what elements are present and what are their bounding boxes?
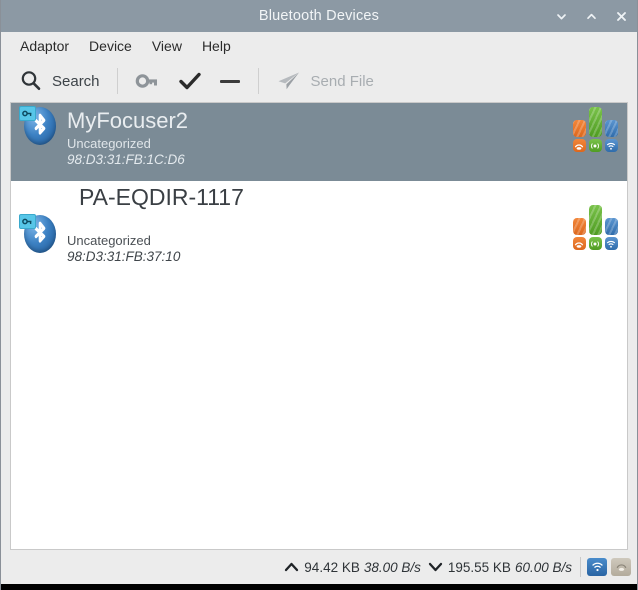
signal-bar-green: [588, 107, 602, 137]
network-stats: 94.42 KB 38.00 B/s 195.55 KB 60.00 B/s: [283, 560, 572, 575]
device-address: 98:D3:31:FB:37:10: [67, 248, 181, 264]
search-icon: [19, 69, 43, 93]
bluetooth-paired-icon: [19, 211, 59, 255]
remove-button[interactable]: [211, 66, 249, 96]
device-category: Uncategorized: [67, 232, 151, 248]
signal-bar-blue: [604, 218, 618, 235]
key-icon: [135, 70, 161, 92]
device-name: PA-EQDIR-1117: [79, 184, 244, 210]
search-label: Search: [52, 72, 100, 90]
upload-total: 94.42 KB: [304, 559, 360, 575]
download-rate: 60.00 B/s: [514, 559, 572, 575]
check-icon: [177, 70, 203, 92]
send-file-button[interactable]: Send File: [268, 66, 382, 96]
device-list[interactable]: MyFocuser2 Uncategorized 98:D3:31:FB:1C:…: [10, 102, 628, 550]
upload-rate: 38.00 B/s: [363, 559, 421, 575]
device-service-badges: [563, 181, 627, 250]
device-address: 98:D3:31:FB:1C:D6: [67, 151, 185, 167]
bluetooth-idle-tray-icon[interactable]: [611, 558, 631, 576]
send-file-label: Send File: [310, 72, 374, 90]
service-icons: [572, 237, 618, 250]
device-service-badges: [563, 103, 627, 152]
minus-icon: [219, 70, 241, 92]
menu-bar: Adaptor Device View Help: [1, 32, 637, 60]
device-icon-cell: [11, 181, 67, 255]
service-icons: [572, 139, 618, 152]
toolbar-separator-1: [116, 68, 118, 94]
device-info: PA-EQDIR-1117 Uncategorized 98:D3:31:FB:…: [67, 181, 563, 264]
wifi-service-icon: [604, 237, 618, 250]
device-name: MyFocuser2: [67, 108, 189, 133]
key-badge-icon: [19, 106, 36, 121]
network-service-icon: [588, 139, 602, 152]
minimize-button[interactable]: [553, 8, 569, 24]
audio-service-icon: [572, 237, 586, 250]
download-total: 195.55 KB: [447, 559, 511, 575]
title-bar: Bluetooth Devices: [1, 0, 637, 32]
device-icon-cell: [11, 103, 67, 147]
device-info: MyFocuser2 Uncategorized 98:D3:31:FB:1C:…: [67, 103, 563, 167]
toolbar: Search Send File: [1, 60, 637, 102]
menu-item-view[interactable]: View: [143, 36, 191, 56]
close-button[interactable]: [613, 8, 629, 24]
status-bar: 94.42 KB 38.00 B/s 195.55 KB 60.00 B/s: [1, 550, 637, 584]
menu-item-help[interactable]: Help: [193, 36, 240, 56]
signal-bar-green: [588, 205, 602, 235]
menu-item-device[interactable]: Device: [80, 36, 141, 56]
window-bottom-edge: [1, 584, 637, 590]
network-service-icon: [588, 237, 602, 250]
signal-bar-blue: [604, 120, 618, 137]
pair-button[interactable]: [127, 66, 169, 96]
menu-item-adaptor[interactable]: Adaptor: [11, 36, 78, 56]
tray-icons: [587, 558, 631, 576]
bluetooth-paired-icon: [19, 103, 59, 147]
up-arrow-icon: [283, 560, 300, 574]
wifi-service-icon: [604, 139, 618, 152]
device-row-pa-eqdir-1117[interactable]: PA-EQDIR-1117 Uncategorized 98:D3:31:FB:…: [11, 181, 627, 281]
signal-bars: [572, 107, 618, 137]
window-controls: [553, 0, 629, 32]
signal-bars: [572, 205, 618, 235]
audio-service-icon: [572, 139, 586, 152]
maximize-button[interactable]: [583, 8, 599, 24]
bluetooth-devices-window: Bluetooth Devices Adaptor Device View He…: [0, 0, 638, 590]
device-category: Uncategorized: [67, 135, 151, 151]
window-title: Bluetooth Devices: [258, 8, 380, 24]
toolbar-separator-2: [257, 68, 259, 94]
trust-button[interactable]: [169, 66, 211, 96]
search-button[interactable]: Search: [11, 65, 108, 97]
device-row-myfocuser2[interactable]: MyFocuser2 Uncategorized 98:D3:31:FB:1C:…: [11, 103, 627, 181]
down-arrow-icon: [427, 560, 444, 574]
key-badge-icon: [19, 214, 36, 229]
signal-bar-orange: [572, 218, 586, 235]
paper-plane-icon: [276, 70, 302, 92]
bluetooth-active-tray-icon[interactable]: [587, 558, 607, 576]
signal-bar-orange: [572, 120, 586, 137]
status-separator: [580, 557, 581, 577]
